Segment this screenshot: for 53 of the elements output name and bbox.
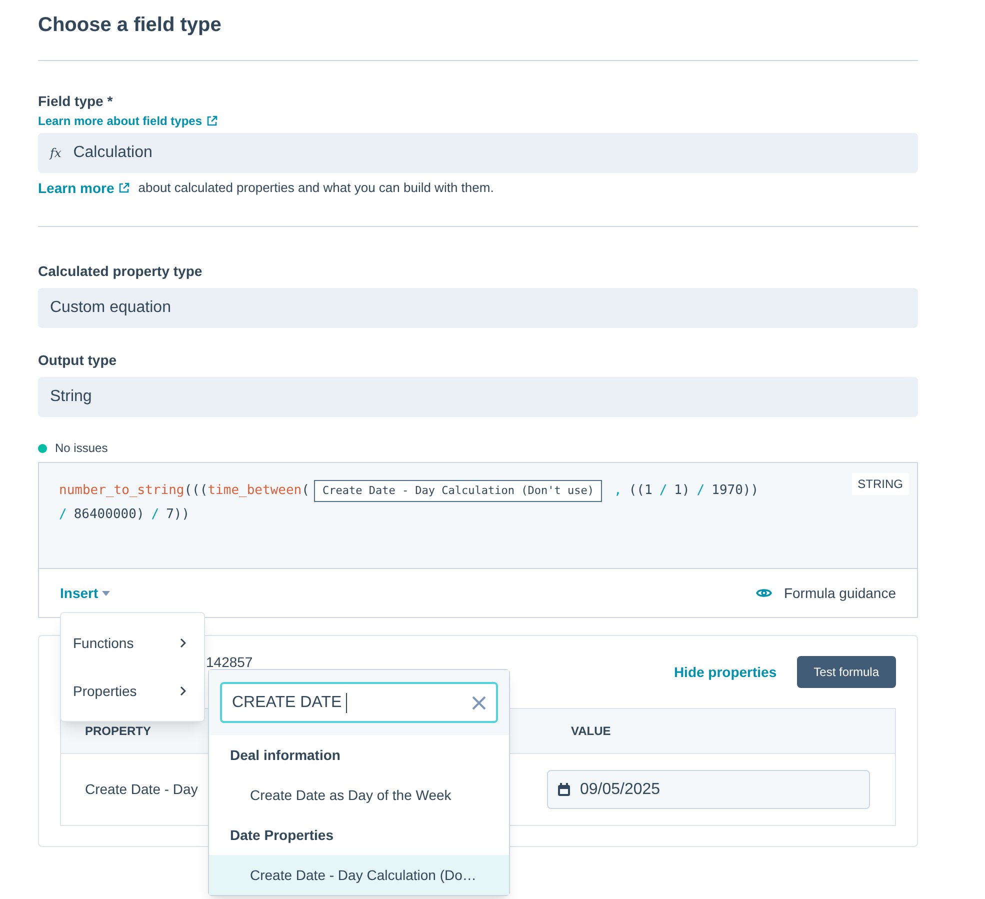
test-formula-button[interactable]: Test formula [796,656,896,688]
external-link-icon [118,182,130,194]
formula-token: ((1 [628,482,652,500]
formula-guidance-button[interactable]: Formula guidance [756,582,896,604]
formula-token: / [151,506,160,524]
formula-token: 1) [674,482,690,500]
hide-properties-link[interactable]: Hide properties [674,662,777,682]
property-type-select[interactable]: Custom equation [38,288,918,328]
chevron-right-icon [180,686,186,696]
field-label: Calculated property type [38,263,204,279]
formula-token: 7)) [166,506,190,524]
clear-icon[interactable] [472,696,486,710]
menu-item[interactable]: Properties [61,667,204,715]
calendar-icon [558,783,570,796]
formula-token: / [59,506,67,524]
learn-more-link[interactable]: Learn more [38,177,130,199]
formula-token: ((( [184,482,208,500]
formula-token: , [614,482,622,500]
field-label: Field type * [38,93,114,109]
caret-icon [102,590,110,596]
status-text: No issues [55,440,108,457]
column-header: PROPERTY [84,723,152,740]
property-token[interactable]: Create Date - Day Calculation (Don't use) [314,480,602,502]
field-type-select[interactable]: fx Calculation [38,133,918,173]
formula-token: 1970)) [712,482,759,500]
formula-token: 86400000) [74,506,144,524]
chevron-right-icon [180,638,186,648]
field-label: Output type [38,352,118,368]
output-type-select[interactable]: String [38,377,918,417]
date-field[interactable]: 09/05/2025 [547,770,870,809]
group-heading: Date Properties [229,826,334,845]
function-icon: fx [50,144,62,162]
formula-token: ( [302,482,310,500]
page-title: Choose a field type [38,13,222,38]
search-field[interactable]: CREATE DATE [220,682,498,723]
help-text: about calculated properties and what you can build with them. [138,179,494,197]
result-text: 142857 [206,654,253,670]
eye-icon [756,587,772,599]
insert-dropdown[interactable]: Insert [60,582,110,604]
field-types-link[interactable]: Learn more about field types [38,114,918,128]
property-option[interactable]: Create Date as Day of the Week [209,775,509,815]
property-option[interactable]: Create Date - Day Calculation (Do… [209,855,509,895]
formula-editor[interactable]: number_to_string(((time_between( Create Date - Day Calculation (Don't use) , ((1 / 1) / 1970)) / 86400000) / 7)) STRING [39,463,917,568]
column-header: VALUE [570,723,612,740]
formula-token: number_to_string [59,482,184,500]
formula-token: / [696,482,705,500]
formula-token: time_between [208,482,302,500]
group-heading: Deal information [229,746,342,764]
external-link-icon [206,115,218,127]
table-cell-text: Create Date - Day [85,780,198,799]
formula-token: / [659,482,668,500]
output-type-badge: STRING [852,473,909,495]
menu-item[interactable]: Functions [61,619,204,667]
